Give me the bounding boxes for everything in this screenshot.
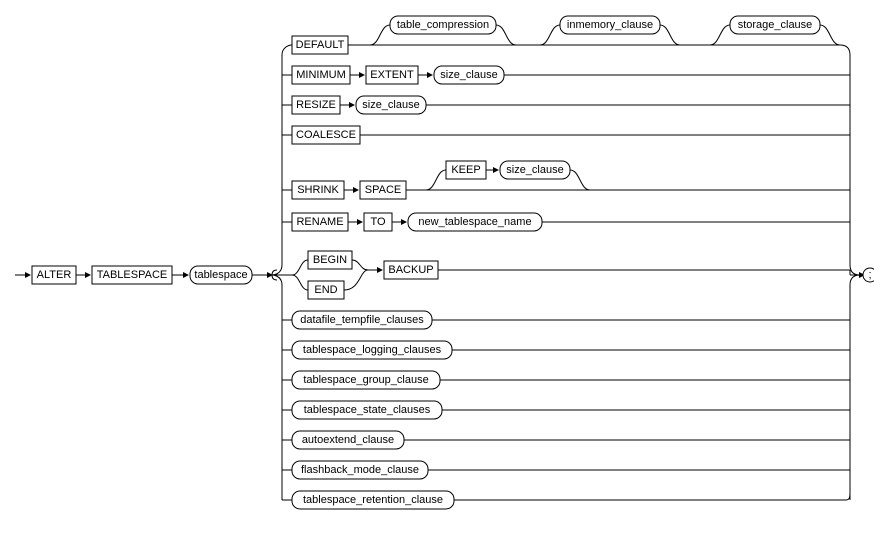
kw-space: SPACE xyxy=(365,184,401,196)
nt-size-clause-3: size_clause xyxy=(506,164,563,176)
kw-rename: RENAME xyxy=(296,216,343,228)
nt-tablespace-logging-clauses: tablespace_logging_clauses xyxy=(303,344,442,356)
nt-table-compression: table_compression xyxy=(397,19,489,31)
kw-begin: BEGIN xyxy=(313,254,347,266)
kw-end: END xyxy=(314,284,337,296)
nt-size-clause-2: size_clause xyxy=(362,99,419,111)
kw-coalesce: COALESCE xyxy=(296,129,356,141)
nt-tablespace: tablespace xyxy=(194,269,247,281)
kw-tablespace: TABLESPACE xyxy=(97,269,168,281)
kw-backup: BACKUP xyxy=(388,264,433,276)
kw-alter: ALTER xyxy=(37,269,72,281)
nt-new-tablespace-name: new_tablespace_name xyxy=(418,216,531,228)
kw-keep: KEEP xyxy=(451,164,480,176)
kw-shrink: SHRINK xyxy=(297,184,339,196)
kw-default: DEFAULT xyxy=(296,39,345,51)
nt-size-clause-1: size_clause xyxy=(440,69,497,81)
kw-minimum: MINIMUM xyxy=(296,69,346,81)
nt-tablespace-state-clauses: tablespace_state_clauses xyxy=(304,404,431,416)
kw-extent: EXTENT xyxy=(370,69,414,81)
nt-storage-clause: storage_clause xyxy=(738,19,813,31)
nt-tablespace-retention-clause: tablespace_retention_clause xyxy=(303,494,443,506)
terminator-semicolon: ; xyxy=(868,269,871,281)
nt-datafile-tempfile-clauses: datafile_tempfile_clauses xyxy=(300,314,424,326)
nt-tablespace-group-clause: tablespace_group_clause xyxy=(303,374,428,386)
nt-flashback-mode-clause: flashback_mode_clause xyxy=(301,464,419,476)
railroad-diagram: ALTER TABLESPACE tablespace DEFAULT tabl… xyxy=(10,10,874,527)
kw-resize: RESIZE xyxy=(296,99,336,111)
kw-to: TO xyxy=(370,216,386,228)
nt-inmemory-clause: inmemory_clause xyxy=(567,19,653,31)
nt-autoextend-clause: autoextend_clause xyxy=(302,434,394,446)
